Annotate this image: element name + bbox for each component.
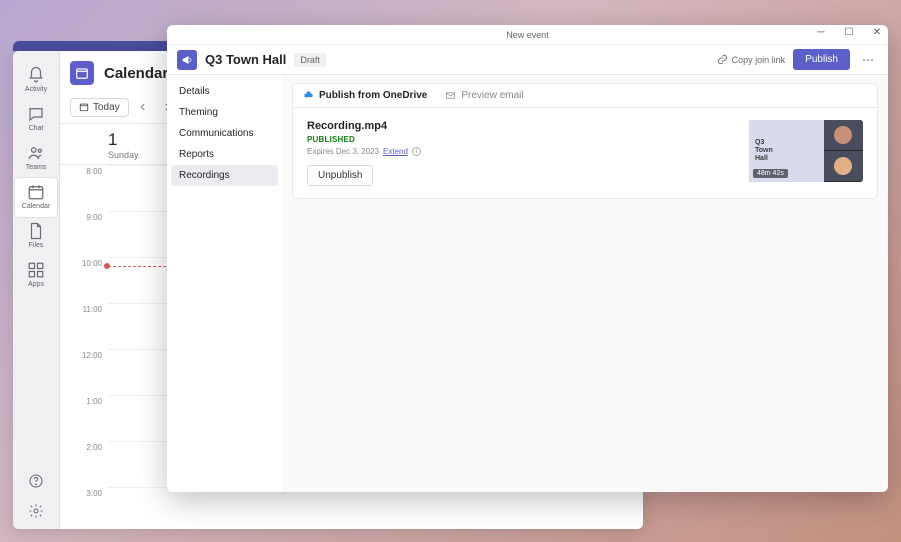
sidebar-item-communications[interactable]: Communications — [171, 123, 278, 144]
thumb-line2: Town — [755, 147, 818, 155]
event-body: Details Theming Communications Reports R… — [167, 75, 888, 492]
chevron-left-icon — [138, 102, 148, 112]
tab-preview-email-label: Preview email — [461, 90, 523, 101]
expiry-text: Expires Dec 3, 2023 — [307, 147, 379, 156]
onedrive-icon — [303, 90, 314, 101]
gear-icon[interactable] — [28, 503, 44, 519]
extend-link[interactable]: Extend — [383, 147, 408, 156]
copy-join-link-button[interactable]: Copy join link — [717, 54, 786, 65]
recording-thumbnail[interactable]: Q3 Town Hall 48m 42s — [749, 120, 863, 182]
copy-join-link-label: Copy join link — [732, 55, 786, 65]
recording-info: Recording.mp4 PUBLISHED Expires Dec 3, 2… — [307, 120, 421, 186]
recording-card: Recording.mp4 PUBLISHED Expires Dec 3, 2… — [292, 108, 878, 199]
rail-chat-label: Chat — [29, 125, 44, 132]
unpublish-button[interactable]: Unpublish — [307, 165, 373, 186]
window-title: New event — [167, 30, 888, 40]
sidebar-item-reports[interactable]: Reports — [171, 144, 278, 165]
prev-day-button[interactable] — [133, 97, 153, 117]
rail-files[interactable]: Files — [15, 217, 57, 256]
app-rail: Activity Chat Teams Calendar Files Apps — [13, 51, 60, 529]
close-button[interactable]: ✕ — [870, 27, 884, 38]
rail-teams-label: Teams — [26, 164, 47, 171]
time-label: 8:00 — [60, 165, 108, 211]
time-label: 12:00 — [60, 349, 108, 395]
recording-expiry: Expires Dec 3, 2023 Extend i — [307, 147, 421, 156]
event-header-actions: Copy join link Publish ⋯ — [717, 49, 878, 70]
envelope-icon — [445, 90, 456, 101]
calendar-title: Calendar — [104, 65, 168, 82]
event-name: Q3 Town Hall — [205, 52, 286, 67]
calendar-small-icon — [79, 102, 89, 112]
rail-teams[interactable]: Teams — [15, 139, 57, 178]
event-window-titlebar: New event ─ ☐ ✕ — [167, 25, 888, 45]
info-icon[interactable]: i — [412, 147, 421, 156]
rail-bottom — [28, 473, 44, 519]
minimize-button[interactable]: ─ — [814, 27, 828, 38]
today-label: Today — [93, 102, 120, 113]
townhall-icon — [177, 50, 197, 70]
chat-icon — [27, 105, 45, 123]
apps-icon — [27, 261, 45, 279]
tab-preview-email[interactable]: Preview email — [445, 90, 523, 101]
maximize-button[interactable]: ☐ — [842, 27, 856, 38]
event-header: Q3 Town Hall Draft Copy join link Publis… — [167, 45, 888, 75]
calendar-icon — [27, 183, 45, 201]
today-button[interactable]: Today — [70, 98, 129, 117]
tab-publish-onedrive-label: Publish from OneDrive — [319, 90, 427, 101]
draft-badge: Draft — [294, 53, 326, 67]
link-icon — [717, 54, 728, 65]
time-label: 10:00 — [60, 257, 108, 303]
thumb-participants — [824, 120, 863, 182]
rail-files-label: Files — [29, 242, 44, 249]
avatar — [834, 157, 852, 175]
bell-icon — [27, 66, 45, 84]
recording-status: PUBLISHED — [307, 135, 421, 144]
rail-chat[interactable]: Chat — [15, 100, 57, 139]
thumb-line3: Hall — [755, 155, 818, 163]
rail-activity[interactable]: Activity — [15, 61, 57, 100]
time-label: 3:00 — [60, 487, 108, 529]
files-icon — [27, 222, 45, 240]
thumb-duration: 48m 42s — [753, 169, 788, 178]
event-main: Publish from OneDrive Preview email Reco… — [282, 75, 888, 492]
rail-calendar-label: Calendar — [22, 203, 50, 210]
rail-apps-label: Apps — [28, 281, 44, 288]
calendar-header-icon — [70, 61, 94, 85]
thumb-line1: Q3 — [755, 139, 818, 147]
tab-row: Publish from OneDrive Preview email — [292, 83, 878, 108]
rail-calendar[interactable]: Calendar — [15, 178, 57, 217]
thumb-person-2 — [824, 151, 863, 182]
sidebar-item-theming[interactable]: Theming — [171, 102, 278, 123]
rail-activity-label: Activity — [25, 86, 47, 93]
window-controls: ─ ☐ ✕ — [814, 27, 884, 38]
time-label: 1:00 — [60, 395, 108, 441]
time-label: 2:00 — [60, 441, 108, 487]
time-label: 11:00 — [60, 303, 108, 349]
time-label: 9:00 — [60, 211, 108, 257]
tab-publish-onedrive[interactable]: Publish from OneDrive — [303, 90, 427, 101]
more-options-button[interactable]: ⋯ — [858, 53, 878, 67]
sidebar-item-details[interactable]: Details — [171, 81, 278, 102]
recording-filename: Recording.mp4 — [307, 120, 421, 132]
thumb-person-1 — [824, 120, 863, 151]
teams-icon — [27, 144, 45, 162]
help-icon[interactable] — [28, 473, 44, 489]
rail-apps[interactable]: Apps — [15, 256, 57, 295]
sidebar-item-recordings[interactable]: Recordings — [171, 165, 278, 186]
publish-button[interactable]: Publish — [793, 49, 850, 70]
new-event-window: New event ─ ☐ ✕ Q3 Town Hall Draft Copy … — [167, 25, 888, 492]
event-sidebar: Details Theming Communications Reports R… — [167, 75, 282, 492]
avatar — [834, 126, 852, 144]
current-time-dot — [104, 263, 110, 269]
time-slot[interactable] — [108, 487, 643, 529]
